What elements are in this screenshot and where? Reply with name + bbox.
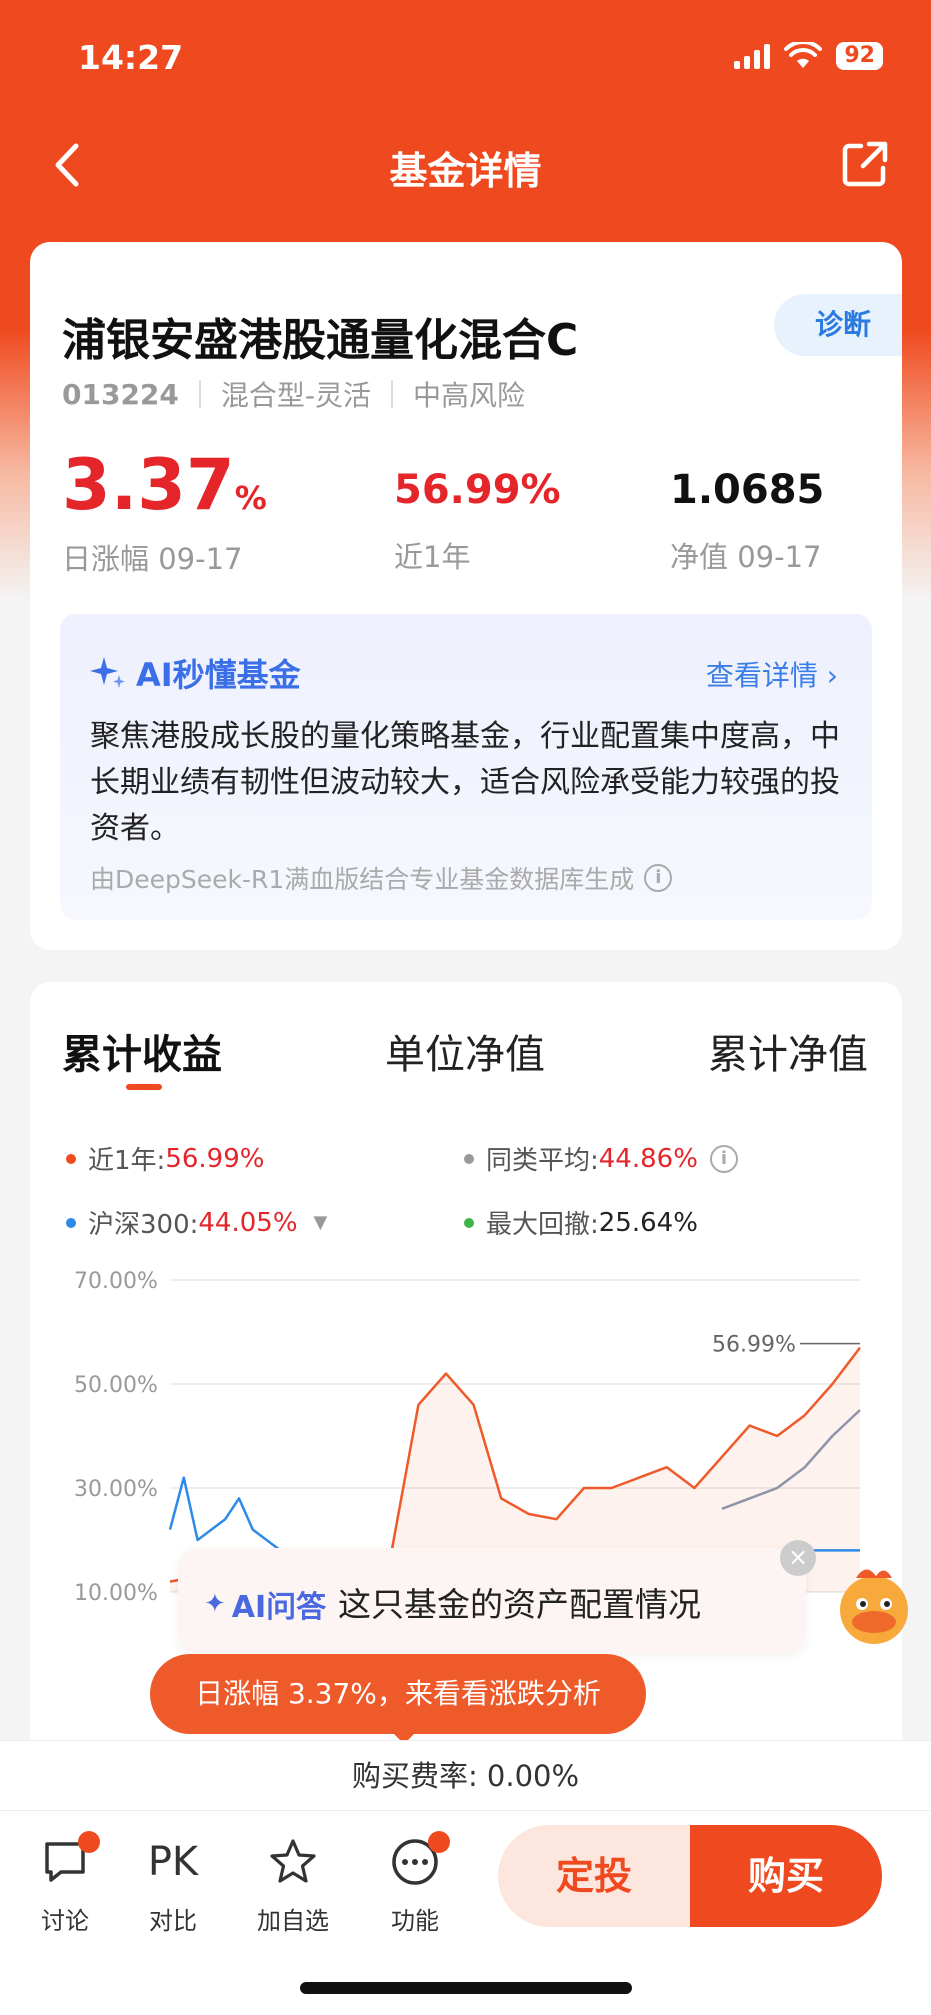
buy-button[interactable]: 购买 xyxy=(690,1825,882,1927)
legend-max-drawdown: 最大回撤: 25.64% xyxy=(464,1204,698,1241)
pk-icon: PK xyxy=(147,1839,199,1885)
legend-value: 25.64% xyxy=(598,1207,698,1238)
legend-label: 沪深300: xyxy=(88,1210,199,1240)
home-indicator xyxy=(300,1982,632,1994)
info-icon[interactable]: i xyxy=(644,864,673,892)
daily-change-tip[interactable]: 日涨幅 3.37%，来看看涨跌分析 xyxy=(150,1654,646,1744)
tab-accumulated-nav[interactable]: 累计净值 xyxy=(708,1022,868,1080)
ai-note-text: 由DeepSeek-R1满血版结合专业基金数据库生成 xyxy=(90,865,635,894)
close-icon[interactable]: × xyxy=(780,1540,816,1576)
ai-ask-bubble[interactable]: ✦ AI问答 这只基金的资产配置情况 × xyxy=(178,1540,816,1654)
ai-ask-label: ✦ AI问答 xyxy=(204,1582,326,1626)
status-bar: 14:27 92 xyxy=(0,0,931,110)
divider xyxy=(198,380,201,408)
y-tick-label: 70.00% xyxy=(74,1269,158,1294)
legend-dot xyxy=(66,1153,76,1164)
purchase-buttons: 定投 购买 xyxy=(498,1825,882,1927)
legend-dot xyxy=(464,1217,474,1228)
ai-summary-title-text: AI秒懂基金 xyxy=(136,656,301,694)
signal-icon xyxy=(734,43,771,69)
wifi-icon xyxy=(784,42,823,68)
fund-name: 浦银安盛港股通量化混合C xyxy=(62,315,579,366)
fund-code: 013224 xyxy=(62,377,179,411)
compare-button[interactable]: PK 对比 xyxy=(128,1831,218,1936)
tab-unit-nav[interactable]: 单位净值 xyxy=(385,1022,545,1080)
legend-dot xyxy=(66,1217,76,1228)
discuss-label: 讨论 xyxy=(41,1907,89,1935)
one-year-stat: 56.99% 近1年 xyxy=(394,470,561,576)
page-title: 基金详情 xyxy=(389,149,542,193)
favorite-label: 加自选 xyxy=(257,1907,329,1935)
sip-button[interactable]: 定投 xyxy=(498,1825,690,1927)
ai-summary-box[interactable]: AI秒懂基金 查看详情 › 聚焦港股成长股的量化策略基金，行业配置集中度高，中长… xyxy=(60,614,872,920)
ai-summary-text: 聚焦港股成长股的量化策略基金，行业配置集中度高，中长期业绩有韧性但波动较大，适合… xyxy=(90,719,840,846)
functions-button[interactable]: 功能 xyxy=(370,1831,460,1936)
ai-summary-title: AI秒懂基金 xyxy=(88,650,301,696)
fund-meta: 013224 混合型-灵活 中高风险 xyxy=(62,374,525,414)
share-icon[interactable] xyxy=(839,138,891,190)
one-year-value: 56.99% xyxy=(394,467,561,513)
legend-label: 同类平均: xyxy=(486,1146,599,1176)
y-tick-label: 50.00% xyxy=(74,1373,158,1398)
status-icons: 92 xyxy=(734,42,883,70)
tab-cumulative-return[interactable]: 累计收益 xyxy=(62,1022,222,1080)
chevron-right-icon: › xyxy=(826,659,838,692)
legend-label: 近1年: xyxy=(88,1146,166,1176)
info-icon[interactable]: i xyxy=(709,1144,738,1173)
divider xyxy=(391,380,394,408)
nav-stat: 1.0685 净值 09-17 xyxy=(670,470,824,576)
legend-value: 44.05% xyxy=(198,1207,298,1238)
notification-dot xyxy=(428,1831,450,1853)
purchase-fee: 购买费率: 0.00% xyxy=(0,1740,931,1810)
one-year-label: 近1年 xyxy=(394,540,471,574)
status-time: 14:27 xyxy=(78,38,184,77)
dropdown-caret-icon: ▼ xyxy=(313,1212,328,1233)
legend-label: 最大回撤: xyxy=(486,1210,599,1240)
y-tick-label: 30.00% xyxy=(74,1477,158,1502)
ai-ask-label-text: AI问答 xyxy=(231,1590,327,1625)
daily-change-value: 3.37 xyxy=(62,444,235,526)
add-favorite-button[interactable]: 加自选 xyxy=(248,1831,338,1936)
legend-dot xyxy=(464,1153,474,1164)
view-details-label: 查看详情 xyxy=(705,659,818,692)
ai-summary-note: 由DeepSeek-R1满血版结合专业基金数据库生成 i xyxy=(90,860,673,896)
nav-bar: 基金详情 xyxy=(0,120,931,210)
daily-change-unit: % xyxy=(234,479,267,517)
daily-change-label: 日涨幅 09-17 xyxy=(62,542,243,576)
nav-label: 净值 09-17 xyxy=(670,540,822,574)
notification-dot xyxy=(78,1831,100,1853)
legend-hs300[interactable]: 沪深300: 44.05% ▼ xyxy=(66,1204,327,1241)
end-value-label: 56.99% xyxy=(712,1333,796,1358)
sparkle-icon: ✦ xyxy=(204,1589,226,1619)
view-details-link[interactable]: 查看详情 › xyxy=(706,654,838,694)
diagnose-button[interactable]: 诊断 xyxy=(774,294,902,356)
active-tab-indicator xyxy=(126,1084,162,1090)
y-tick-label: 10.00% xyxy=(74,1581,158,1606)
legend-one-year: 近1年: 56.99% xyxy=(66,1140,264,1177)
legend-value: 56.99% xyxy=(165,1143,265,1174)
discuss-button[interactable]: 讨论 xyxy=(20,1831,110,1936)
fund-type: 混合型-灵活 xyxy=(220,379,372,412)
star-icon xyxy=(270,1839,316,1883)
ai-ask-question: 这只基金的资产配置情况 xyxy=(338,1585,701,1624)
battery-indicator: 92 xyxy=(836,42,883,70)
tip-text: 日涨幅 3.37%，来看看涨跌分析 xyxy=(195,1677,601,1710)
fund-summary-card: 浦银安盛港股通量化混合C 诊断 013224 混合型-灵活 中高风险 3.37%… xyxy=(30,242,902,950)
compare-label: 对比 xyxy=(149,1907,197,1935)
legend-value: 44.86% xyxy=(598,1143,698,1174)
nav-value: 1.0685 xyxy=(670,467,825,513)
functions-label: 功能 xyxy=(391,1907,439,1935)
mascot-icon[interactable] xyxy=(826,1556,922,1652)
fund-risk: 中高风险 xyxy=(413,379,526,412)
legend-peer-average: 同类平均: 44.86% i xyxy=(464,1140,738,1177)
daily-change-stat: 3.37% 日涨幅 09-17 xyxy=(62,450,267,578)
sparkle-icon xyxy=(90,657,125,688)
